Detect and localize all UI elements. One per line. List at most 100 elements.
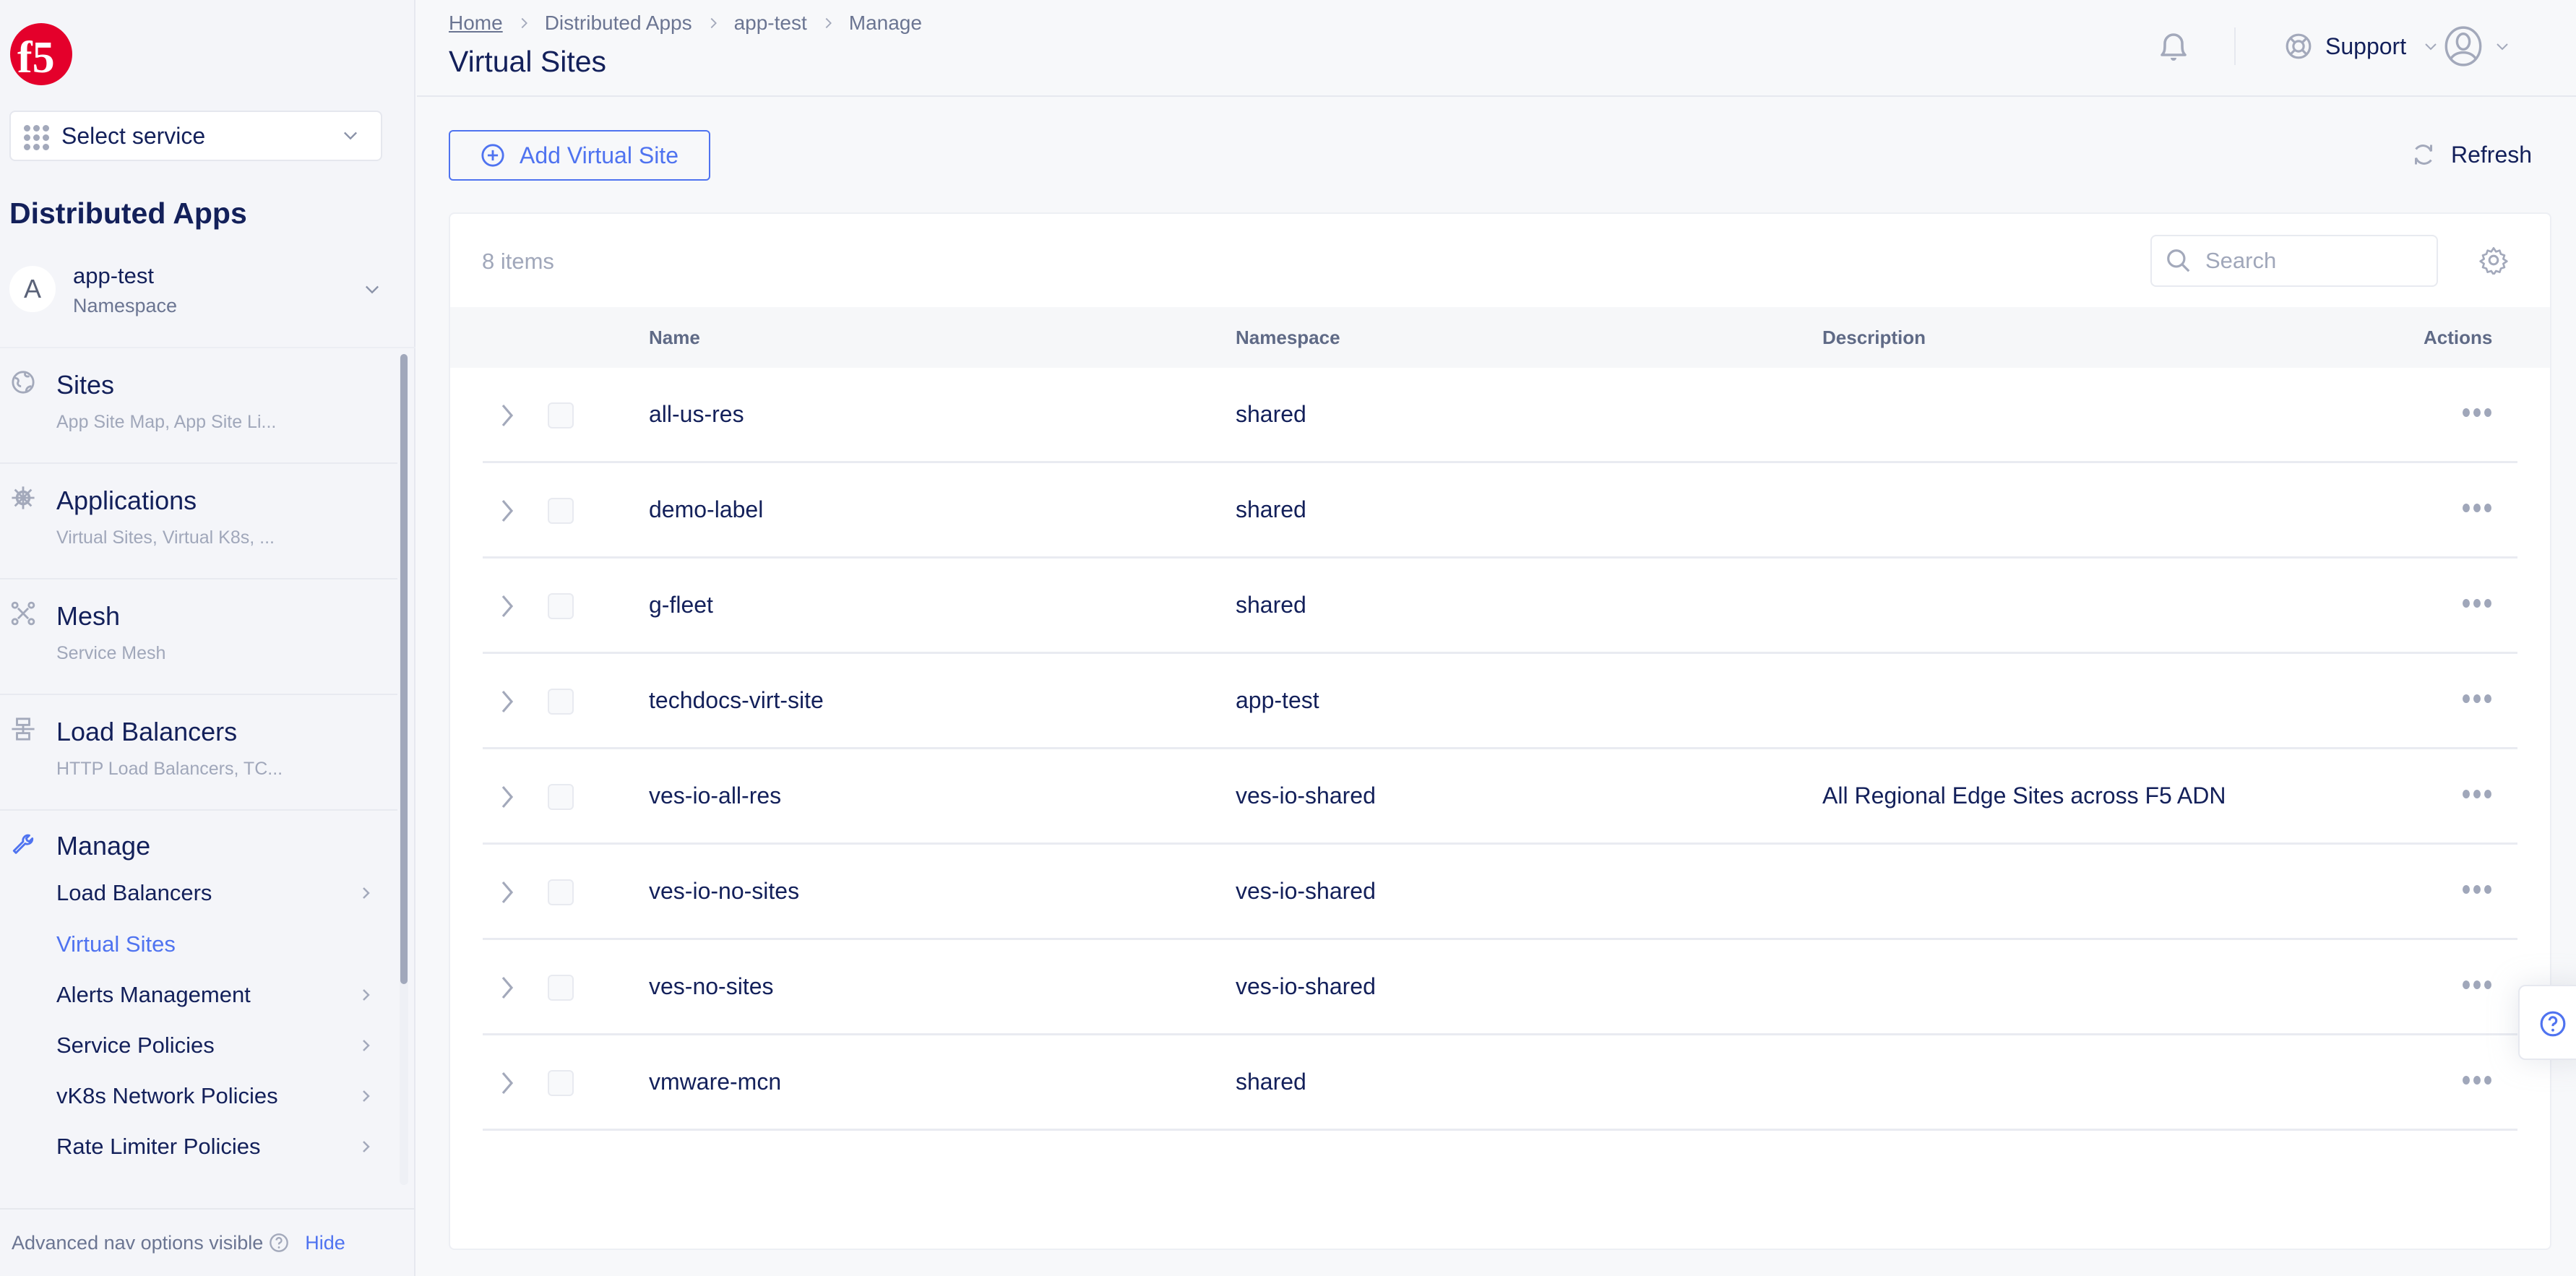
help-circle-icon [2540, 1011, 2566, 1037]
expand-chevron-icon[interactable] [500, 404, 514, 427]
nav-item-service-policies[interactable]: Service Policies [56, 1024, 374, 1067]
user-menu[interactable] [2444, 26, 2511, 66]
breadcrumb-home[interactable]: Home [449, 12, 503, 35]
table-row[interactable]: ves-io-all-res ves-io-shared All Regional … [483, 749, 2517, 845]
cell-namespace: ves-io-shared [1236, 973, 1376, 999]
search-input[interactable] [2205, 248, 2422, 274]
namespace-selector[interactable]: A app-test Namespace [9, 263, 400, 321]
nav-group-mesh[interactable]: Mesh Service Mesh [0, 579, 397, 695]
table-row[interactable]: demo-label shared [483, 463, 2517, 559]
cell-name[interactable]: all-us-res [649, 401, 744, 428]
cell-name[interactable]: vmware-mcn [649, 1069, 781, 1095]
row-checkbox[interactable] [548, 879, 574, 905]
table-row[interactable]: ves-io-no-sites ves-io-shared [483, 845, 2517, 940]
row-actions-menu-icon[interactable] [2463, 980, 2491, 991]
service-select-label: Select service [61, 122, 206, 149]
table-header: Name Namespace Description Actions [450, 307, 2550, 368]
f5-logo[interactable]: f5 [9, 22, 74, 87]
chevron-down-icon [344, 132, 357, 140]
expand-chevron-icon[interactable] [500, 595, 514, 618]
expand-chevron-icon[interactable] [500, 499, 514, 522]
support-menu[interactable]: Support [2285, 27, 2439, 65]
column-header-name[interactable]: Name [649, 327, 700, 349]
row-actions-menu-icon[interactable] [2463, 694, 2491, 704]
cell-name[interactable]: ves-no-sites [649, 973, 774, 1000]
table-row[interactable]: ves-no-sites ves-io-shared [483, 940, 2517, 1035]
expand-chevron-icon[interactable] [500, 1072, 514, 1095]
row-checkbox[interactable] [548, 1070, 574, 1096]
chevron-right-icon [363, 1040, 370, 1051]
cell-namespace: shared [1236, 592, 1306, 618]
nav-group-title[interactable]: Manage [56, 831, 150, 861]
cell-name[interactable]: g-fleet [649, 592, 713, 618]
table-row[interactable]: vmware-mcn shared [483, 1035, 2517, 1131]
table-row[interactable]: techdocs-virt-site app-test [483, 654, 2517, 749]
nav-scrollbar-thumb[interactable] [400, 354, 408, 984]
nav-group-title: Load Balancers [56, 717, 238, 746]
chevron-right-icon [710, 17, 717, 29]
chevron-right-icon [363, 1141, 370, 1152]
row-checkbox[interactable] [548, 689, 574, 715]
nav-group-title: Mesh [56, 601, 121, 631]
row-checkbox[interactable] [548, 975, 574, 1001]
row-checkbox[interactable] [548, 498, 574, 524]
nav-item-label: Service Policies [56, 1033, 215, 1058]
nav-group-applications[interactable]: Applications Virtual Sites, Virtual K8s,… [0, 464, 397, 579]
expand-chevron-icon[interactable] [500, 881, 514, 904]
service-select[interactable]: Select service [9, 111, 382, 161]
hide-advanced-nav-link[interactable]: Hide [305, 1232, 345, 1254]
nav-item-virtual-sites[interactable]: Virtual Sites [56, 923, 374, 966]
nav-group-title: Sites [56, 370, 115, 400]
expand-chevron-icon[interactable] [500, 976, 514, 999]
cell-namespace: shared [1236, 401, 1306, 427]
chevron-down-icon [2497, 43, 2508, 51]
cell-name[interactable]: ves-io-no-sites [649, 878, 799, 905]
nav-item-alerts-management[interactable]: Alerts Management [56, 973, 374, 1017]
row-actions-menu-icon[interactable] [2463, 599, 2491, 609]
cell-name[interactable]: demo-label [649, 496, 763, 523]
table-row[interactable]: all-us-res shared [483, 368, 2517, 463]
row-actions-menu-icon[interactable] [2463, 504, 2491, 514]
nav-group-load-balancers[interactable]: Load Balancers HTTP Load Balancers, TC..… [0, 695, 397, 811]
row-checkbox[interactable] [548, 784, 574, 810]
expand-chevron-icon[interactable] [500, 690, 514, 713]
gear-icon[interactable] [2479, 246, 2508, 275]
column-header-namespace[interactable]: Namespace [1236, 327, 1340, 349]
refresh-label: Refresh [2451, 141, 2533, 168]
top-bar: Home Distributed Apps app-test Manage Vi… [417, 0, 2576, 97]
refresh-icon [2415, 145, 2432, 165]
search-box[interactable] [2150, 235, 2438, 287]
row-actions-menu-icon[interactable] [2463, 790, 2491, 800]
nav-item-load-balancers[interactable]: Load Balancers [56, 871, 374, 915]
nav-group-subtitle: Virtual Sites, Virtual K8s, ... [56, 527, 275, 548]
nav-item-vk8s-network-policies[interactable]: vK8s Network Policies [56, 1074, 374, 1118]
breadcrumb-distributed-apps: Distributed Apps [544, 12, 692, 34]
nav-item-rate-limiter-policies[interactable]: Rate Limiter Policies [56, 1125, 374, 1168]
refresh-button[interactable]: Refresh [2411, 136, 2532, 173]
add-virtual-site-button[interactable]: Add Virtual Site [449, 130, 710, 181]
row-checkbox[interactable] [548, 402, 574, 428]
breadcrumb-namespace: app-test [733, 12, 807, 34]
nav-group-subtitle: Service Mesh [56, 643, 166, 663]
column-header-description[interactable]: Description [1822, 327, 1926, 349]
table-row[interactable]: g-fleet shared [483, 559, 2517, 654]
cell-name[interactable]: techdocs-virt-site [649, 687, 824, 714]
cell-name[interactable]: ves-io-all-res [649, 783, 781, 809]
cell-description: All Regional Edge Sites across F5 ADN [1822, 783, 2226, 809]
nav-group-sites[interactable]: Sites App Site Map, App Site Li... [0, 348, 397, 464]
virtual-sites-table-card: 8 items Name Namespace Description Actio… [449, 212, 2551, 1250]
bell-icon[interactable] [2156, 26, 2191, 66]
row-checkbox[interactable] [548, 593, 574, 619]
row-actions-menu-icon[interactable] [2463, 885, 2491, 895]
nav-item-label: Load Balancers [56, 880, 212, 905]
mesh-icon [11, 601, 35, 626]
row-actions-menu-icon[interactable] [2463, 408, 2491, 418]
chevron-right-icon [363, 1090, 370, 1102]
row-actions-menu-icon[interactable] [2463, 1076, 2491, 1086]
help-circle-icon[interactable] [269, 1233, 289, 1253]
user-avatar-icon [2444, 26, 2482, 66]
nav-item-label: vK8s Network Policies [56, 1083, 278, 1108]
helm-icon [12, 486, 35, 509]
expand-chevron-icon[interactable] [500, 785, 514, 809]
help-button[interactable] [2518, 985, 2576, 1060]
